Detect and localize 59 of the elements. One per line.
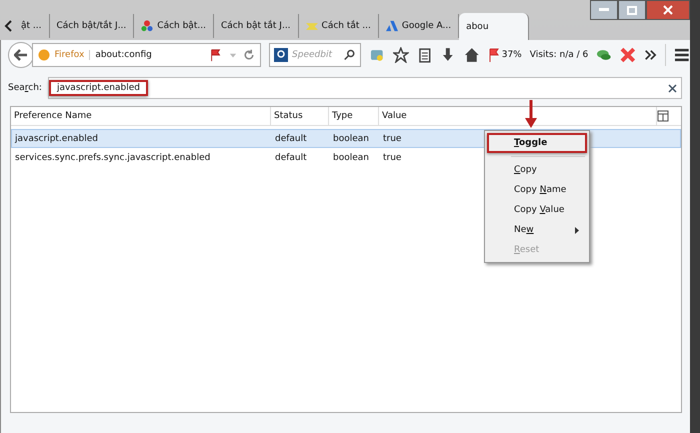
- column-header[interactable]: Status: [271, 107, 329, 125]
- table-cell-text: default: [274, 152, 307, 162]
- cross-icon[interactable]: [620, 47, 636, 63]
- search-label: Search:: [8, 83, 42, 93]
- globe-icon: [38, 49, 50, 61]
- table-cell-text: default: [274, 134, 307, 144]
- table-cell-text: true: [382, 134, 402, 144]
- percent-text: 37%: [502, 50, 522, 60]
- clear-icon[interactable]: [668, 84, 677, 92]
- home-icon[interactable]: [464, 47, 480, 63]
- menu-item[interactable]: Copy Value: [487, 200, 587, 220]
- table-cell-text: services.sync.prefs.sync.javascript.enabled: [14, 152, 210, 162]
- search-icon[interactable]: [344, 49, 356, 61]
- browser-tab[interactable]: ật ...: [14, 14, 50, 38]
- minimize-icon: [599, 8, 609, 12]
- pointer-arrow: [524, 100, 538, 130]
- table-cell-text: boolean: [332, 134, 369, 144]
- rank-indicator[interactable]: 37%: [488, 48, 522, 62]
- chat-bubbles-icon[interactable]: [596, 47, 612, 63]
- back-arrow-icon: [14, 49, 28, 61]
- back-button[interactable]: [8, 42, 34, 68]
- reload-icon[interactable]: [243, 49, 256, 61]
- column-header[interactable]: Preference Name: [11, 107, 271, 125]
- browser-tab[interactable]: abou: [459, 13, 530, 40]
- close-icon: [663, 5, 673, 15]
- browser-tab[interactable]: Cách tắt ...: [298, 14, 379, 38]
- chevron-left-icon[interactable]: [4, 20, 14, 32]
- filter-value: javascript.enabled: [48, 80, 148, 96]
- search-engine-icon: [274, 48, 288, 62]
- ribbon-icon: [306, 22, 318, 30]
- menu-item[interactable]: New: [487, 220, 587, 240]
- menu-item[interactable]: Copy Name: [487, 180, 587, 200]
- column-header[interactable]: Type: [329, 107, 379, 125]
- star-icon[interactable]: [393, 47, 409, 63]
- address-bar[interactable]: Firefox about:config: [32, 43, 262, 67]
- triangle-logo-icon: [386, 20, 398, 32]
- overflow-chevrons-icon[interactable]: [644, 48, 658, 62]
- browser-tab[interactable]: Cách bật/tắt J...: [50, 14, 134, 38]
- menu-icon[interactable]: [674, 47, 690, 63]
- menu-item[interactable]: Toggle: [487, 133, 587, 153]
- url-text: about:config: [95, 50, 153, 60]
- search-placeholder: Speedbit: [292, 50, 334, 60]
- filter-input[interactable]: javascript.enabled: [48, 77, 682, 99]
- flag-icon: [488, 48, 500, 62]
- maximize-button[interactable]: [618, 0, 646, 20]
- browser-tab[interactable]: Cách bật...: [134, 14, 214, 38]
- maximize-icon: [627, 6, 637, 14]
- close-button[interactable]: [646, 0, 690, 20]
- table-cell-text: boolean: [332, 152, 369, 162]
- visits-counter: Visits: n/a / 6: [530, 50, 588, 60]
- table-cell-text: javascript.enabled: [14, 134, 98, 144]
- browser-tab[interactable]: Cách bật tắt J...: [214, 14, 299, 38]
- minimize-button[interactable]: [590, 0, 618, 20]
- colored-dots-icon: [141, 20, 154, 32]
- column-picker-icon[interactable]: [657, 110, 669, 122]
- clipboard-icon[interactable]: [416, 47, 432, 63]
- menu-item[interactable]: Copy: [487, 160, 587, 180]
- site-identity-label: Firefox: [54, 50, 90, 60]
- table-cell-text: true: [382, 152, 402, 162]
